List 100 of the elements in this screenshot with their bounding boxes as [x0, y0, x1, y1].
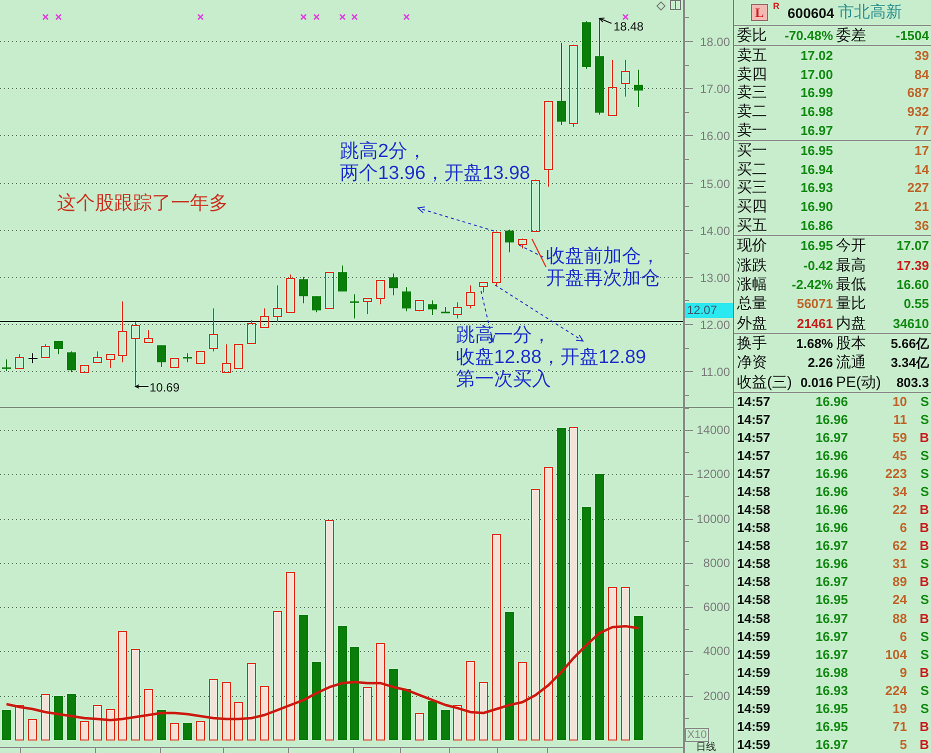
candlestick: [41, 344, 50, 358]
candlestick: [312, 296, 321, 313]
trade-volume: 19: [892, 700, 907, 716]
quote-price: 16.86: [800, 218, 833, 234]
quote-volume: 17: [914, 142, 929, 158]
quote-label: 买四: [737, 198, 767, 216]
trade-side: S: [920, 412, 929, 428]
axis-label: 13.00: [700, 272, 730, 285]
trade-side: S: [920, 592, 929, 608]
trade-time: 14:59: [737, 682, 770, 698]
trade-side: B: [920, 502, 929, 518]
quote-value: 0.016: [800, 374, 833, 390]
quote-value: 3.34亿: [890, 355, 929, 370]
trade-time: 14:58: [737, 556, 770, 572]
trade-price: 16.96: [815, 484, 848, 500]
trade-price: 16.97: [815, 628, 848, 644]
quote-price: 16.98: [800, 104, 833, 120]
quote-label: 卖四: [737, 66, 767, 83]
trade-time: 14:58: [737, 520, 770, 536]
trade-side: S: [920, 484, 929, 500]
trade-time: 14:58: [737, 538, 770, 554]
quote-label: PE(动): [836, 374, 881, 391]
candlestick: [54, 340, 63, 355]
quote-value: 1.68%: [796, 336, 833, 352]
period-label: 日线: [696, 743, 716, 753]
quote-label: 收益(三): [737, 374, 792, 391]
quote-label: 买一: [737, 142, 767, 159]
trade-price: 16.95: [815, 592, 848, 608]
split-window-icon[interactable]: [670, 0, 681, 10]
quote-label: 卖五: [737, 46, 767, 64]
trade-time: 14:58: [737, 502, 770, 518]
trade-volume: 10: [892, 394, 907, 410]
trade-time: 14:57: [737, 430, 770, 446]
quote-label: 涨跌: [737, 256, 767, 274]
trade-time: 14:59: [737, 628, 770, 644]
quote-value: -0.42: [803, 258, 833, 273]
quote-value: 16.60: [896, 276, 929, 292]
quote-price: 16.94: [800, 162, 833, 177]
trade-time: 14:57: [737, 448, 770, 464]
leader-arrow: [134, 384, 149, 389]
axis-label: 11.00: [700, 366, 730, 380]
trade-side: B: [920, 520, 929, 536]
trade-time: 14:58: [737, 610, 770, 626]
trade-side: S: [920, 700, 929, 716]
quote-volume: 39: [914, 48, 929, 63]
leader-line: [531, 238, 547, 268]
quote-value: 56071: [796, 296, 833, 312]
quote-label: 流通: [836, 354, 866, 372]
candlestick: [196, 351, 205, 364]
trade-volume: 104: [885, 646, 907, 662]
quote-value: 17.39: [896, 258, 929, 273]
trade-volume: 45: [892, 448, 907, 464]
axis-label: 12.00: [700, 318, 730, 332]
quote-price: 17.00: [800, 66, 833, 82]
quote-label: 委比: [737, 27, 767, 44]
trade-volume: 6: [900, 520, 907, 536]
candlestick: [338, 265, 347, 292]
trade-price: 16.97: [815, 610, 848, 626]
trade-price: 16.93: [815, 682, 848, 698]
quote-label: 最低: [836, 276, 866, 293]
trade-volume: 224: [885, 682, 907, 698]
trade-volume: 24: [892, 592, 907, 608]
annotation-text: 收盘12.88，开盘12.89: [456, 347, 646, 369]
trade-volume: 6: [900, 628, 907, 644]
axis-label: 12000: [696, 468, 730, 482]
trade-time: 14:59: [737, 736, 770, 752]
quote-volume: 932: [907, 104, 929, 120]
trade-price: 16.96: [815, 502, 848, 518]
trade-volume: 88: [892, 610, 907, 626]
quote-value: 5.66亿: [890, 336, 929, 352]
trade-side: B: [920, 574, 929, 590]
leader-arrow: [598, 18, 612, 24]
candlestick: [350, 294, 359, 319]
quote-price: 17.02: [800, 48, 833, 63]
trade-side: B: [920, 664, 929, 680]
trade-price: 16.97: [815, 646, 848, 662]
quote-label: 净资: [737, 354, 767, 372]
trade-time: 14:58: [737, 592, 770, 608]
axis-label: 10000: [696, 512, 730, 526]
trade-volume: 223: [885, 466, 907, 482]
diamond-icon[interactable]: [656, 1, 666, 11]
axis-label: 8000: [703, 556, 730, 570]
quote-value: 21461: [796, 316, 833, 331]
trade-volume: 59: [892, 430, 907, 446]
trade-volume: 89: [892, 574, 907, 590]
annotation-text: 收盘前加仓，: [546, 246, 660, 268]
trade-time: 14:57: [737, 394, 770, 410]
trade-price: 16.97: [815, 736, 848, 752]
axis-label: 17.00: [700, 83, 730, 96]
quote-label: 总量: [737, 295, 767, 312]
quote-label: 今开: [836, 237, 866, 254]
annotation-text: 跳高2分，: [340, 141, 427, 163]
cursor-price-label: 12.07: [685, 302, 733, 318]
quote-volume: 14: [914, 162, 929, 177]
trade-time: 14:59: [737, 664, 770, 680]
high-price-label: 18.48: [614, 19, 644, 34]
quote-price: 16.93: [800, 180, 833, 196]
trade-side: S: [920, 556, 929, 572]
quote-volume: 687: [907, 85, 929, 100]
quote-label: 卖二: [737, 103, 767, 120]
